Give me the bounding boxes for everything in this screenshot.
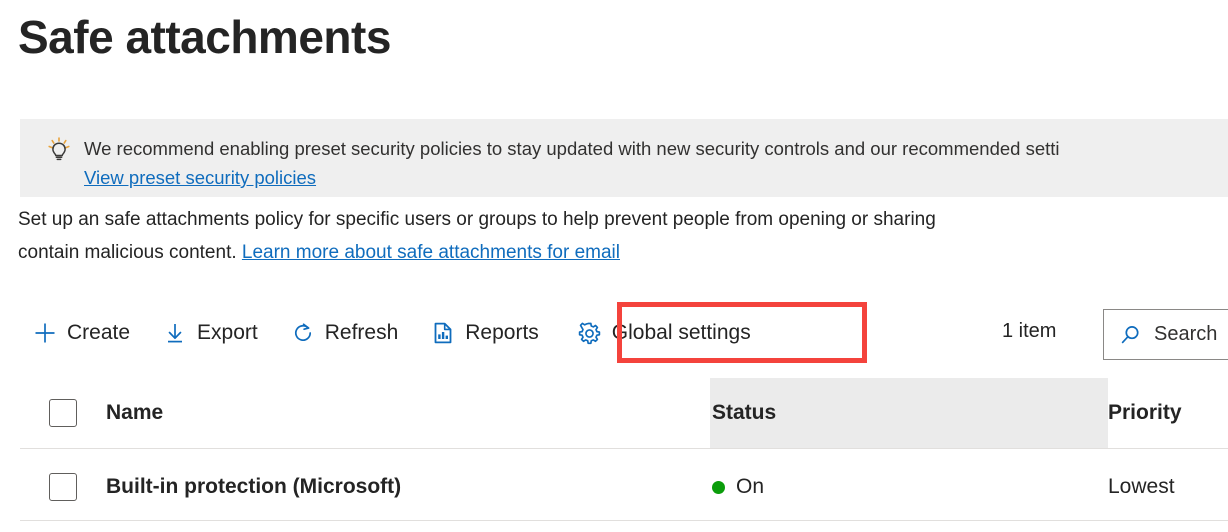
- refresh-icon: [290, 320, 316, 346]
- status-indicator-dot: [712, 480, 725, 494]
- description-line-1: Set up an safe attachments policy for sp…: [18, 209, 936, 230]
- learn-more-link[interactable]: Learn more about safe attachments for em…: [242, 242, 620, 263]
- search-input[interactable]: Search: [1154, 323, 1217, 346]
- refresh-button[interactable]: Refresh: [278, 311, 411, 355]
- table-row[interactable]: Built-in protection (Microsoft) On Lowes…: [0, 454, 1228, 520]
- view-preset-security-policies-link[interactable]: View preset security policies: [84, 163, 316, 192]
- cell-policy-name[interactable]: Built-in protection (Microsoft): [106, 475, 401, 499]
- page-title: Safe attachments: [18, 11, 391, 63]
- select-all-checkbox[interactable]: [49, 399, 77, 427]
- search-icon: [1118, 322, 1144, 348]
- banner-text-wrap: We recommend enabling preset security po…: [84, 133, 1060, 192]
- row-checkbox-cell: [49, 473, 77, 501]
- reports-button-label: Reports: [465, 321, 539, 344]
- export-button-label: Export: [197, 321, 258, 344]
- status-text: On: [736, 475, 765, 498]
- lightbulb-icon: [44, 135, 74, 165]
- column-header-status[interactable]: Status: [712, 401, 776, 425]
- row-divider: [20, 520, 1228, 521]
- safe-attachments-page: Safe attachments We recommend enabling p…: [0, 0, 1228, 532]
- search-box[interactable]: Search: [1103, 309, 1228, 360]
- select-all-checkbox-cell: [49, 399, 77, 427]
- recommendation-banner: We recommend enabling preset security po…: [20, 119, 1228, 197]
- download-arrow-icon: [162, 320, 188, 346]
- reports-button[interactable]: Reports: [418, 311, 551, 355]
- item-count-label: 1 item: [1002, 320, 1057, 342]
- create-button-label: Create: [67, 321, 131, 344]
- column-header-name[interactable]: Name: [106, 401, 163, 425]
- report-chart-icon: [430, 320, 456, 346]
- column-header-priority[interactable]: Priority: [1108, 401, 1182, 425]
- create-button[interactable]: Create: [20, 311, 142, 355]
- page-description: Set up an safe attachments policy for sp…: [18, 203, 1228, 269]
- global-settings-button[interactable]: Global settings: [565, 311, 763, 355]
- description-line-2: contain malicious content.: [18, 242, 242, 263]
- header-divider: [20, 448, 1228, 449]
- row-select-checkbox[interactable]: [49, 473, 77, 501]
- refresh-button-label: Refresh: [324, 321, 399, 344]
- gear-icon: [577, 320, 603, 346]
- cell-policy-status: On: [712, 475, 764, 499]
- global-settings-button-label: Global settings: [611, 321, 751, 344]
- cell-policy-priority: Lowest: [1108, 475, 1175, 498]
- banner-message: We recommend enabling preset security po…: [84, 138, 1060, 159]
- export-button[interactable]: Export: [150, 311, 270, 355]
- table-header-row: Name Status Priority: [0, 378, 1228, 448]
- plus-icon: [32, 320, 58, 346]
